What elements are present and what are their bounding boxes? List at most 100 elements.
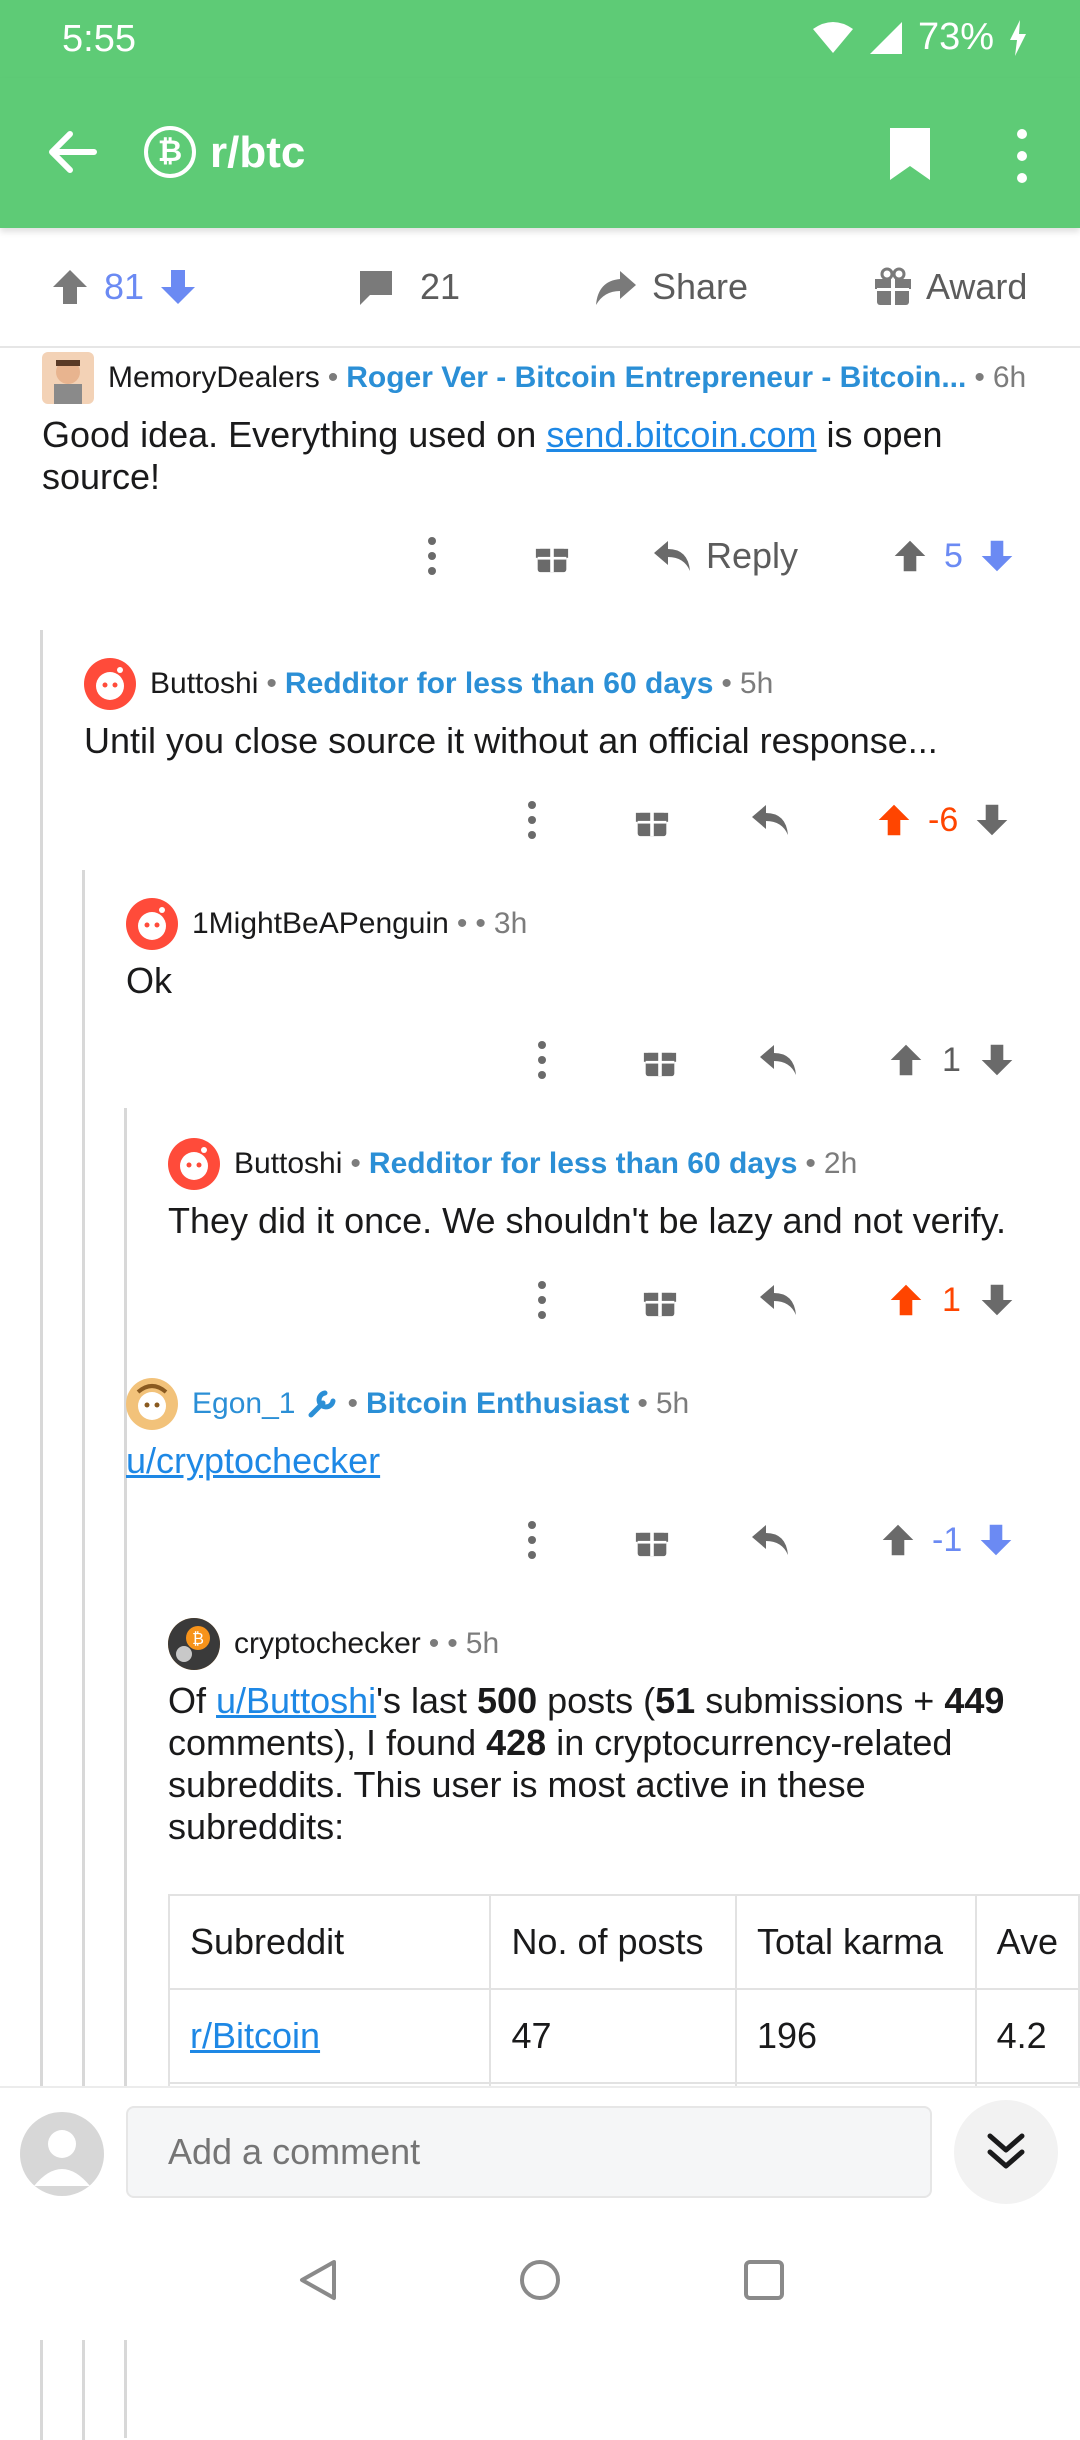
comment-header: Buttoshi • Redditor for less than 60 day…	[168, 1134, 1080, 1194]
upvote-icon[interactable]	[50, 267, 90, 307]
give-award-button[interactable]	[622, 790, 682, 850]
gift-icon	[535, 547, 569, 573]
jump-next-comment-button[interactable]	[954, 2100, 1058, 2204]
comment-body: Of u/Buttoshi's last 500 posts (51 submi…	[168, 1680, 1048, 1848]
nav-back-icon[interactable]	[296, 2258, 340, 2302]
table-header-row: Subreddit No. of posts Total karma Ave	[168, 1894, 1080, 1990]
comment-text: comments), I found	[168, 1722, 487, 1763]
comments-count-button[interactable]: 21	[356, 262, 460, 312]
award-button[interactable]: Award	[874, 262, 1027, 312]
comment-header: Egon_1 • Bitcoin Enthusiast • 5h	[126, 1374, 1080, 1434]
column-header: Total karma	[735, 1894, 977, 1990]
comment-header: ₿ cryptochecker • • 5h	[168, 1614, 1080, 1674]
back-arrow-icon[interactable]	[40, 120, 104, 184]
comment-score: -6	[928, 800, 959, 839]
user-avatar[interactable]	[126, 898, 178, 950]
crypto-count: 428	[486, 1722, 547, 1763]
nav-recents-icon[interactable]	[742, 2258, 786, 2302]
comment-username[interactable]: MemoryDealers	[108, 361, 320, 395]
downvote-icon[interactable]	[979, 1282, 1015, 1318]
downvote-icon[interactable]	[978, 1522, 1014, 1558]
give-award-button[interactable]	[630, 1030, 690, 1090]
comment-age: 5h	[465, 1627, 500, 1660]
give-award-button[interactable]	[522, 526, 582, 586]
upvote-icon[interactable]	[888, 1282, 924, 1318]
downvote-icon[interactable]	[979, 538, 1015, 574]
user-avatar[interactable]	[168, 1138, 220, 1190]
reply-button[interactable]	[740, 790, 800, 850]
moderator-wrench-icon	[308, 1390, 336, 1418]
post-action-bar: 81 21 Share Award	[0, 228, 1080, 348]
separator-dot: •	[974, 361, 985, 394]
upvote-icon[interactable]	[892, 538, 928, 574]
user-mention-link[interactable]: u/Buttoshi	[216, 1680, 376, 1721]
upvote-icon[interactable]	[888, 1042, 924, 1078]
comment: MemoryDealers • Roger Ver - Bitcoin Entr…	[42, 348, 1080, 596]
status-icons: 73%	[812, 16, 1028, 59]
downvote-icon[interactable]	[974, 802, 1010, 838]
comment-username[interactable]: Buttoshi	[150, 667, 258, 701]
subreddit-name[interactable]: r/btc	[210, 128, 305, 178]
reply-button[interactable]	[748, 1270, 808, 1330]
gift-icon	[643, 1291, 677, 1317]
nav-home-icon[interactable]	[518, 2258, 562, 2302]
share-button[interactable]: Share	[594, 262, 748, 312]
comment-age: 2h	[823, 1147, 858, 1180]
separator-dot: •	[428, 1627, 440, 1660]
system-nav-bar	[0, 2216, 1080, 2340]
downvote-icon[interactable]	[979, 1042, 1015, 1078]
comment-vote-group: 1	[888, 1270, 1015, 1330]
my-avatar[interactable]	[20, 2112, 104, 2196]
comment-actions: -6	[84, 780, 1080, 860]
comment-username[interactable]: cryptochecker	[234, 1627, 421, 1661]
user-avatar[interactable]: ₿	[168, 1618, 220, 1670]
comment-vote-group: 1	[888, 1030, 1015, 1090]
reply-button[interactable]	[740, 1510, 800, 1570]
separator-dot: •	[721, 667, 732, 700]
share-arrow-icon	[596, 271, 636, 305]
status-bar: 5:55 73%	[0, 0, 1080, 78]
kebab-icon	[528, 1521, 536, 1559]
downvote-icon[interactable]	[158, 267, 198, 307]
comment-username[interactable]: 1MightBeAPenguin	[192, 907, 449, 941]
user-avatar[interactable]	[84, 658, 136, 710]
more-options-button[interactable]	[412, 526, 452, 586]
comment-link[interactable]: send.bitcoin.com	[546, 414, 816, 455]
comment-username[interactable]: Buttoshi	[234, 1147, 342, 1181]
upvote-icon[interactable]	[880, 1522, 916, 1558]
column-header: No. of posts	[489, 1894, 738, 1990]
column-header: Subreddit	[168, 1894, 492, 1990]
post-score: 81	[104, 266, 145, 307]
user-avatar[interactable]	[126, 1378, 178, 1430]
give-award-button[interactable]	[630, 1270, 690, 1330]
battery-level: 73%	[917, 16, 994, 58]
user-avatar[interactable]	[42, 352, 94, 404]
more-options-button[interactable]	[522, 1030, 562, 1090]
user-flair: Roger Ver - Bitcoin Entrepreneur - Bitco…	[346, 361, 967, 394]
subreddit-link[interactable]: r/Bitcoin	[190, 2015, 320, 2056]
reply-button[interactable]	[748, 1030, 808, 1090]
comment-username[interactable]: Egon_1	[192, 1387, 295, 1421]
separator-dot: •	[447, 1627, 458, 1660]
more-options-button[interactable]	[522, 1270, 562, 1330]
kebab-icon	[528, 801, 536, 839]
more-options-button[interactable]	[512, 1510, 552, 1570]
give-award-button[interactable]	[622, 1510, 682, 1570]
user-flair: Redditor for less than 60 days	[368, 1147, 798, 1180]
more-options-button[interactable]	[512, 790, 552, 850]
comment-bubble-icon	[360, 271, 392, 305]
bookmark-icon[interactable]	[888, 126, 932, 182]
reply-button[interactable]: Reply	[652, 526, 798, 586]
comment-vote-group: -6	[876, 790, 1010, 850]
upvote-icon[interactable]	[876, 802, 912, 838]
more-options-icon[interactable]	[1010, 126, 1034, 186]
add-comment-input[interactable]	[126, 2106, 932, 2198]
comment-header: Buttoshi • Redditor for less than 60 day…	[84, 654, 1080, 714]
comment-text: 's last	[376, 1680, 478, 1721]
comment: Egon_1 • Bitcoin Enthusiast • 5h u/crypt…	[126, 1374, 1080, 1580]
comment-actions: 1	[126, 1020, 1080, 1100]
user-mention-link[interactable]: u/cryptochecker	[126, 1440, 380, 1481]
separator-dot: •	[327, 361, 339, 394]
double-chevron-down-icon	[987, 2133, 1025, 2169]
comment-score: 5	[944, 536, 963, 575]
